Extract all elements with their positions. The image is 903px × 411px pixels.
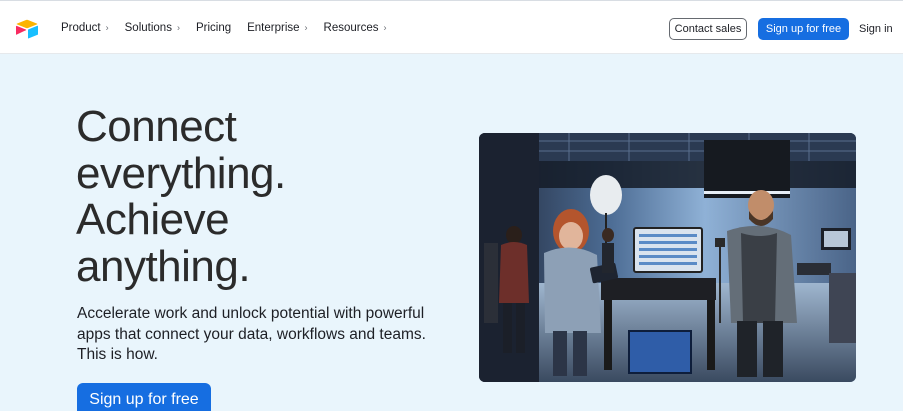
hero-title-line: Connect [76,102,237,151]
chevron-right-icon: › [304,22,308,33]
chevron-right-icon: › [383,22,387,33]
hero-subtitle: Accelerate work and unlock potential wit… [77,305,426,363]
nav-resources[interactable]: Resources › [324,22,387,34]
hero-photo [479,133,856,382]
nav-product[interactable]: Product › [61,22,109,34]
chevron-right-icon: › [176,22,180,33]
nav-pricing[interactable]: Pricing [196,22,231,34]
nav-product-label: Product [61,22,101,34]
airtable-logo-icon[interactable] [15,19,39,39]
nav-solutions[interactable]: Solutions › [125,22,180,34]
hero-title-line: anything. [76,241,251,291]
hero-title-line: everything. [76,148,286,198]
nav-enterprise[interactable]: Enterprise › [247,22,307,34]
nav-resources-label: Resources [323,22,379,34]
signup-button-hero[interactable]: Sign up for free [77,383,211,411]
nav-pricing-label: Pricing [195,22,232,34]
contact-sales-button[interactable]: Contact sales [669,18,747,40]
studio-photo-icon [479,133,856,382]
hero-title-line: Achieve [76,195,230,244]
main-nav: Product › Solutions › Pricing Enterprise… [61,1,403,55]
hero-title: Connect everything. Achieve anything. [76,102,376,291]
top-navigation-bar: Product › Solutions › Pricing Enterprise… [0,0,903,54]
nav-enterprise-label: Enterprise [247,22,300,34]
chevron-right-icon: › [105,22,109,33]
signin-link[interactable]: Sign in [859,23,893,35]
signup-button-header[interactable]: Sign up for free [758,18,849,40]
nav-solutions-label: Solutions [124,22,172,34]
